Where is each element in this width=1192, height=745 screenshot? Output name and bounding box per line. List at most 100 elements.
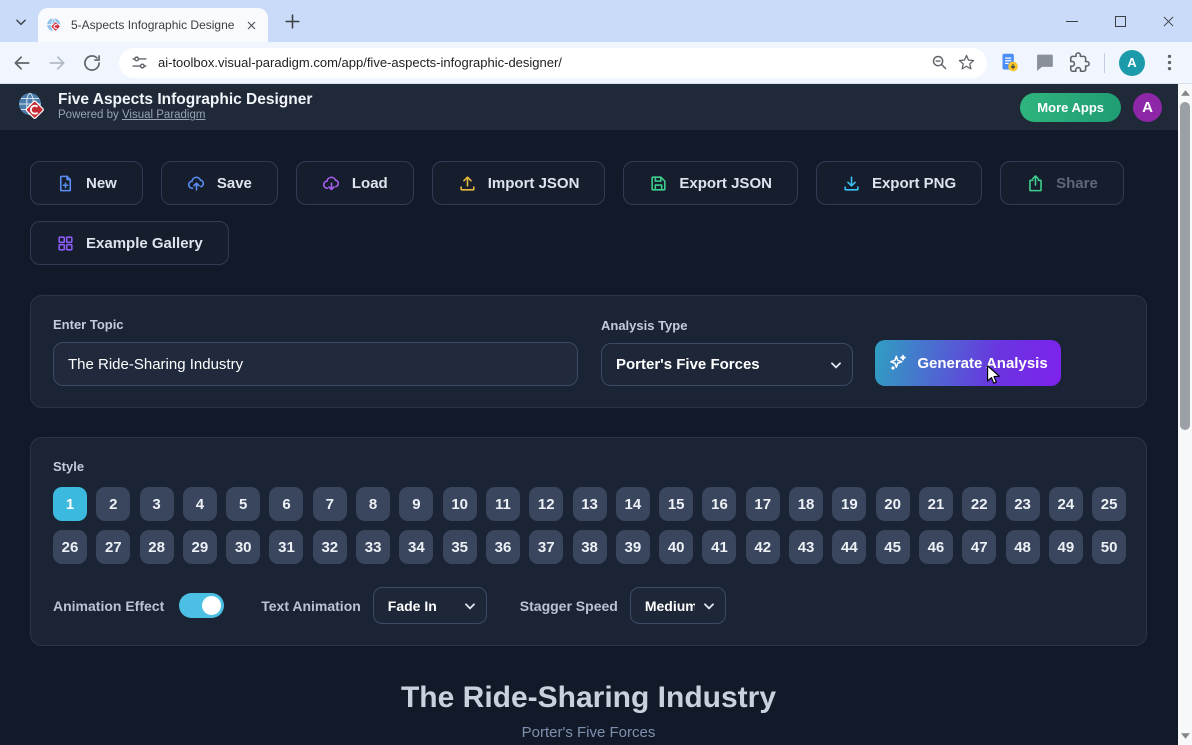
style-option-25[interactable]: 25 [1092,487,1127,521]
kebab-menu-icon[interactable] [1159,52,1180,73]
bookmark-star-icon[interactable] [958,54,975,71]
style-option-27[interactable]: 27 [96,530,131,564]
window-close-button[interactable] [1144,0,1192,42]
style-option-39[interactable]: 39 [615,530,650,564]
export-json-label: Export JSON [679,174,772,192]
feedback-bubble-icon[interactable] [1034,52,1055,73]
style-option-42[interactable]: 42 [745,530,780,564]
style-option-3[interactable]: 3 [139,487,174,521]
animation-effect-toggle[interactable] [179,593,225,618]
style-option-45[interactable]: 45 [875,530,910,564]
address-bar[interactable]: ai-toolbox.visual-paradigm.com/app/five-… [119,47,987,78]
style-option-28[interactable]: 28 [139,530,174,564]
reload-button[interactable] [82,53,102,73]
scrollbar-up-arrow[interactable] [1178,86,1192,100]
extensions-puzzle-icon[interactable] [1069,52,1090,73]
scrollbar-down-arrow[interactable] [1178,729,1192,743]
style-option-48[interactable]: 48 [1005,530,1040,564]
style-option-2[interactable]: 2 [96,487,131,521]
generate-analysis-button[interactable]: Generate Analysis [875,340,1061,386]
style-option-35[interactable]: 35 [442,530,477,564]
style-option-40[interactable]: 40 [659,530,694,564]
share-label: Share [1056,174,1098,192]
style-option-13[interactable]: 13 [572,487,607,521]
back-button[interactable] [12,53,32,73]
browser-tab-strip: 5-Aspects Infographic Designer [0,0,1192,42]
style-option-20[interactable]: 20 [875,487,910,521]
style-option-9[interactable]: 9 [399,487,434,521]
scrollbar-thumb[interactable] [1180,102,1190,430]
export-png-button[interactable]: Export PNG [815,161,983,205]
browser-profile-avatar[interactable]: A [1119,49,1145,76]
forward-button[interactable] [47,53,67,73]
analysis-type-field: Analysis Type Porter's Five Forces [601,318,853,386]
style-option-1[interactable]: 1 [53,487,87,521]
style-option-7[interactable]: 7 [312,487,347,521]
style-option-22[interactable]: 22 [962,487,997,521]
user-avatar[interactable]: A [1133,92,1162,122]
stagger-speed-select[interactable]: Medium [629,587,726,624]
style-option-14[interactable]: 14 [615,487,650,521]
tab-search-button[interactable] [8,9,34,35]
style-option-8[interactable]: 8 [356,487,391,521]
style-option-5[interactable]: 5 [226,487,261,521]
style-option-6[interactable]: 6 [269,487,304,521]
save-button[interactable]: Save [160,161,278,205]
style-option-49[interactable]: 49 [1048,530,1083,564]
visual-paradigm-link[interactable]: Visual Paradigm [122,109,206,121]
style-option-17[interactable]: 17 [745,487,780,521]
save-label: Save [216,174,252,192]
style-option-44[interactable]: 44 [832,530,867,564]
style-option-32[interactable]: 32 [312,530,347,564]
style-option-12[interactable]: 12 [529,487,564,521]
style-option-10[interactable]: 10 [442,487,477,521]
style-option-50[interactable]: 50 [1092,530,1127,564]
new-tab-button[interactable] [283,12,302,31]
style-option-37[interactable]: 37 [529,530,564,564]
new-button[interactable]: New [30,161,143,205]
style-option-26[interactable]: 26 [53,530,87,564]
style-option-34[interactable]: 34 [399,530,434,564]
style-option-47[interactable]: 47 [962,530,997,564]
tab-close-button[interactable] [242,16,260,34]
style-option-24[interactable]: 24 [1048,487,1083,521]
style-option-11[interactable]: 11 [485,487,520,521]
style-option-21[interactable]: 21 [918,487,953,521]
zoom-out-icon[interactable] [931,54,948,71]
style-option-46[interactable]: 46 [918,530,953,564]
text-animation-select[interactable]: Fade In [372,587,487,624]
style-option-23[interactable]: 23 [1005,487,1040,521]
analysis-type-select[interactable]: Porter's Five Forces [601,343,853,386]
style-option-33[interactable]: 33 [356,530,391,564]
style-option-41[interactable]: 41 [702,530,737,564]
browser-tab[interactable]: 5-Aspects Infographic Designer [38,8,268,42]
style-option-38[interactable]: 38 [572,530,607,564]
style-option-30[interactable]: 30 [226,530,261,564]
topic-form-card: Enter Topic Analysis Type Porter's Five … [30,295,1147,408]
style-option-29[interactable]: 29 [182,530,217,564]
page-scrollbar[interactable] [1178,84,1192,745]
more-apps-button[interactable]: More Apps [1020,92,1121,122]
style-option-43[interactable]: 43 [789,530,824,564]
import-json-button[interactable]: Import JSON [431,161,606,205]
style-option-31[interactable]: 31 [269,530,304,564]
style-option-36[interactable]: 36 [485,530,520,564]
site-settings-icon[interactable] [131,54,148,71]
visual-paradigm-logo-icon [19,92,44,119]
style-option-19[interactable]: 19 [832,487,867,521]
example-gallery-button[interactable]: Example Gallery [30,221,229,265]
url-text[interactable]: ai-toolbox.visual-paradigm.com/app/five-… [158,55,921,70]
window-maximize-button[interactable] [1096,0,1144,42]
topic-input[interactable] [53,342,578,386]
style-option-18[interactable]: 18 [789,487,824,521]
stagger-speed-label: Stagger Speed [519,597,618,614]
style-option-16[interactable]: 16 [702,487,737,521]
export-json-button[interactable]: Export JSON [623,161,798,205]
docs-offline-icon[interactable] [999,52,1020,73]
window-minimize-button[interactable] [1048,0,1096,42]
load-button[interactable]: Load [295,161,414,205]
share-button[interactable]: Share [1000,161,1124,205]
style-option-4[interactable]: 4 [182,487,217,521]
toggle-knob [202,596,222,615]
style-option-15[interactable]: 15 [659,487,694,521]
